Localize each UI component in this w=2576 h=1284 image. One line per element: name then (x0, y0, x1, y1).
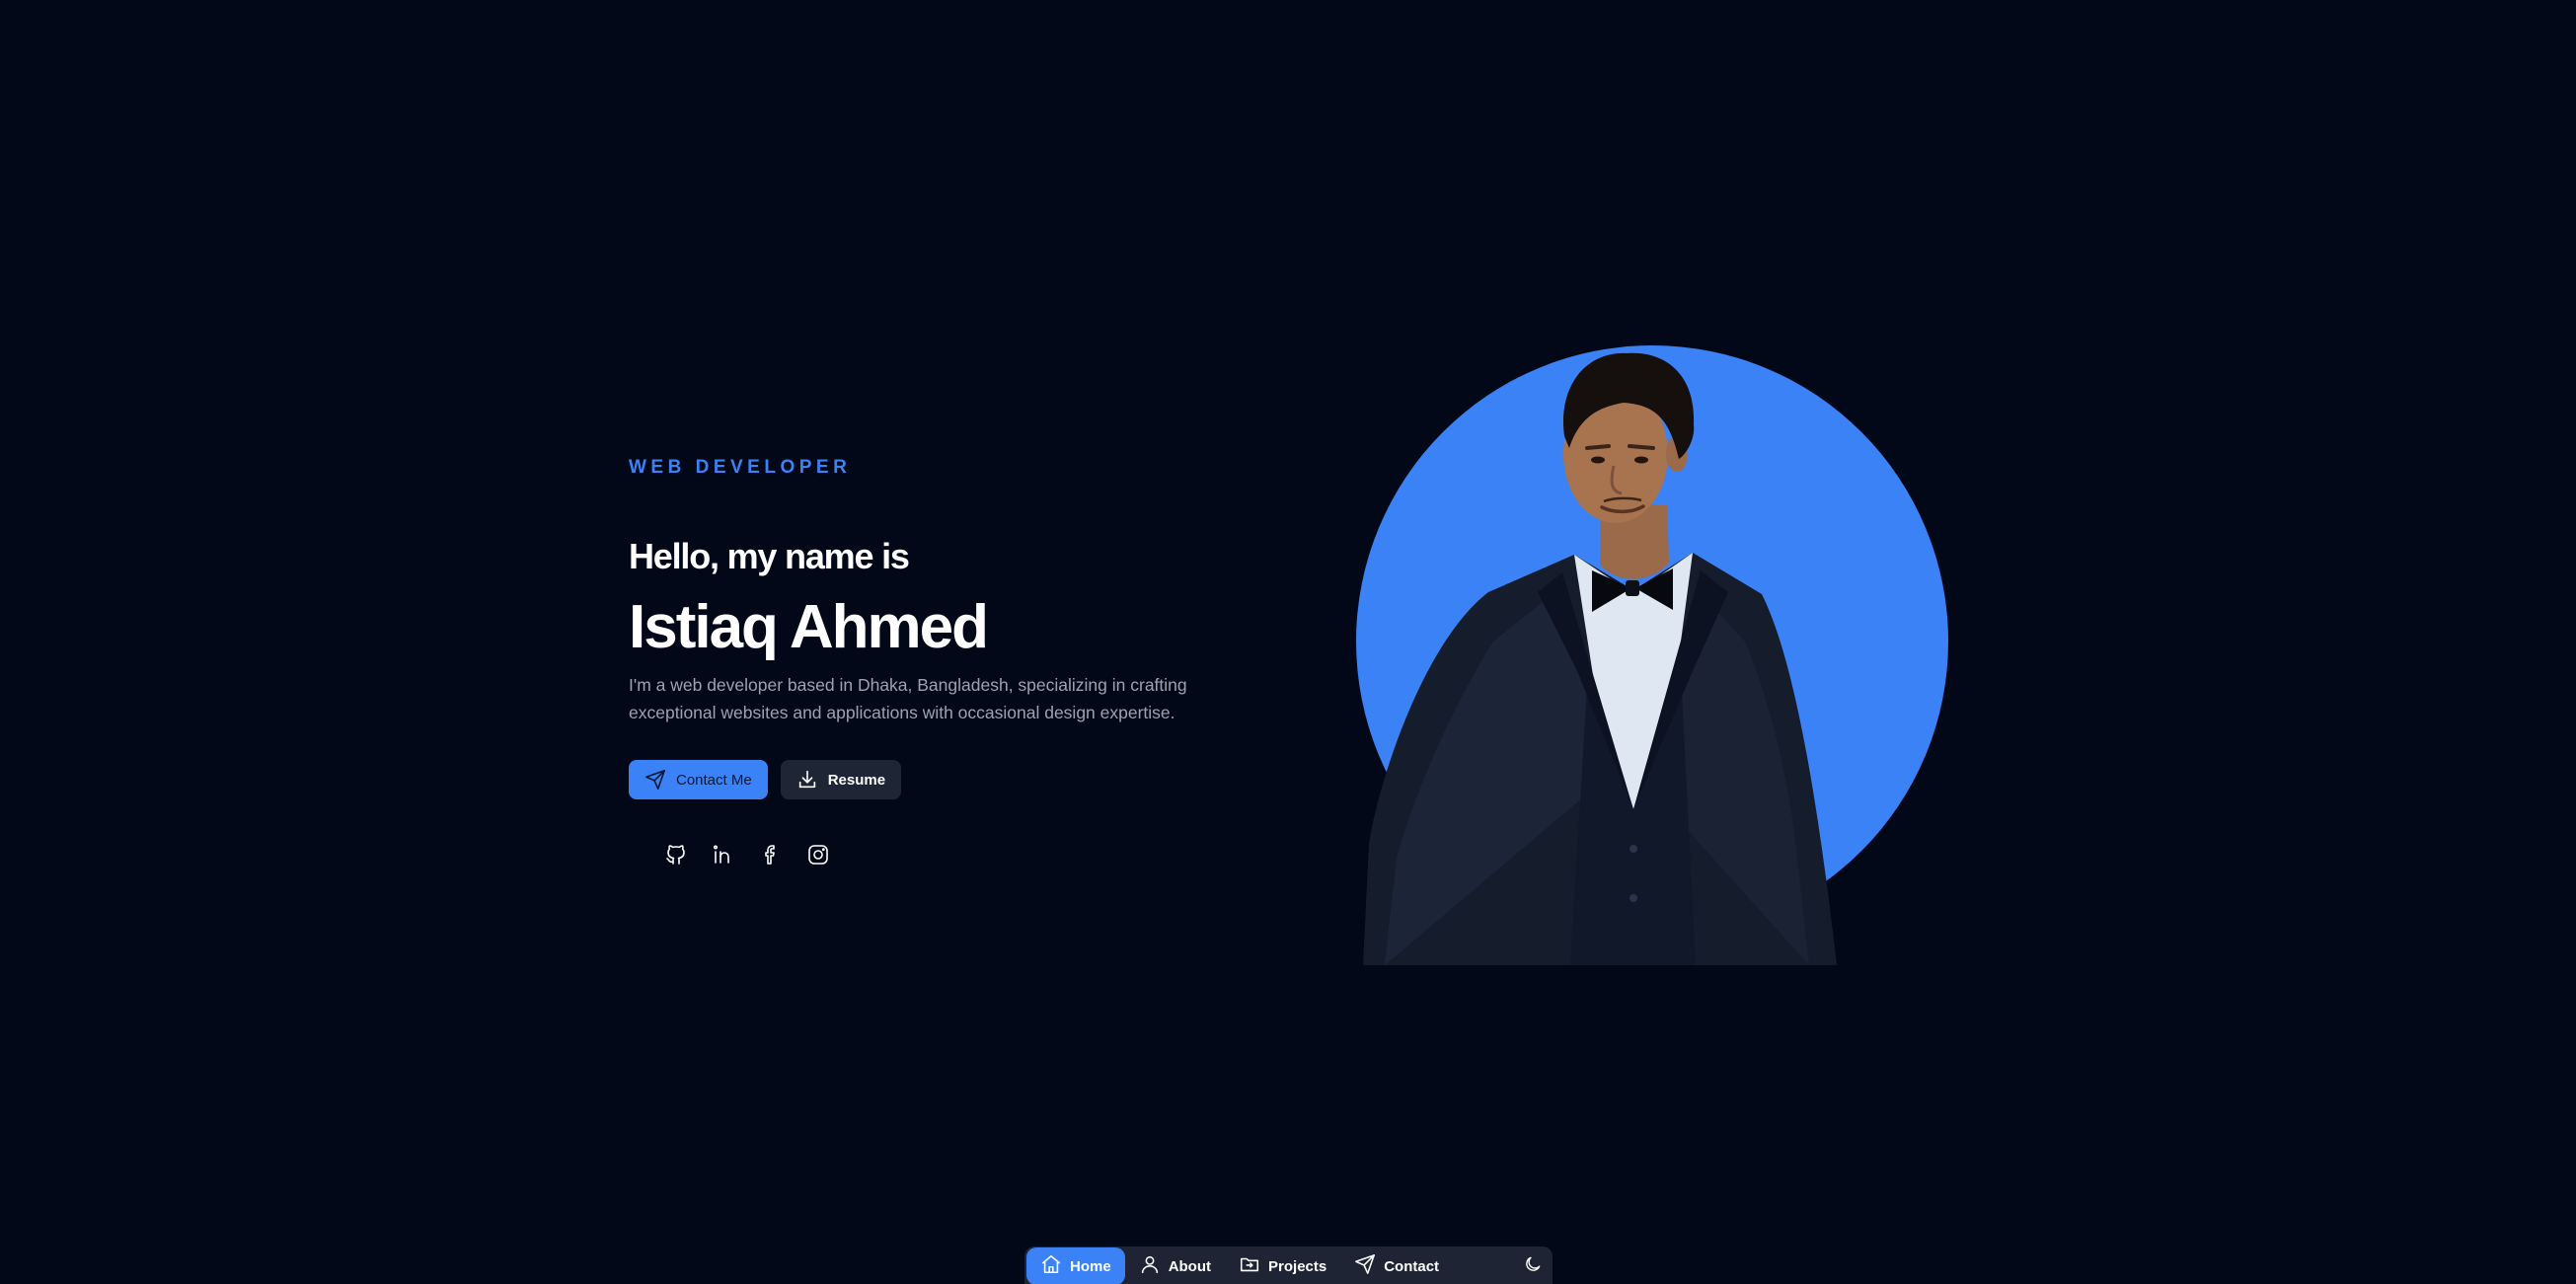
nav-projects-label: Projects (1268, 1257, 1327, 1275)
resume-button[interactable]: Resume (780, 760, 902, 799)
instagram-link[interactable] (804, 843, 832, 870)
nav-home[interactable]: Home (1026, 1247, 1125, 1284)
moon-icon (1523, 1254, 1543, 1279)
nav-about-label: About (1168, 1257, 1212, 1275)
facebook-icon (759, 843, 783, 871)
contact-me-label: Contact Me (676, 771, 752, 789)
bottom-navigation-dock: Home About Projects Contact (1024, 1246, 1553, 1284)
nav-home-label: Home (1070, 1257, 1111, 1275)
profile-photo (1363, 352, 1837, 965)
send-icon (644, 769, 666, 791)
nav-projects[interactable]: Projects (1225, 1247, 1340, 1284)
contact-me-button[interactable]: Contact Me (629, 760, 768, 799)
cta-buttons: Contact Me Resume (629, 760, 1241, 799)
nav-contact[interactable]: Contact (1340, 1247, 1453, 1284)
resume-label: Resume (827, 771, 886, 789)
folder-icon (1239, 1253, 1260, 1279)
nav-about[interactable]: About (1125, 1247, 1225, 1284)
hero-intro: WEB DEVELOPER Hello, my name is Istiaq A… (629, 456, 1241, 870)
portrait (1355, 345, 1949, 965)
bio-text: I'm a web developer based in Dhaka, Bang… (629, 675, 1187, 722)
social-links (662, 843, 1241, 870)
greeting-heading: Hello, my name is (629, 536, 910, 576)
user-icon (1139, 1253, 1161, 1279)
github-icon (664, 843, 688, 871)
github-link[interactable] (662, 843, 690, 870)
name-heading: Istiaq Ahmed (629, 593, 989, 661)
home-icon (1040, 1253, 1062, 1279)
nav-contact-label: Contact (1384, 1257, 1440, 1275)
facebook-link[interactable] (757, 843, 785, 870)
linkedin-link[interactable] (710, 843, 737, 870)
linkedin-icon (712, 843, 735, 871)
download-icon (796, 769, 818, 791)
role-label: WEB DEVELOPER (629, 457, 852, 478)
theme-toggle-button[interactable] (1515, 1247, 1551, 1284)
instagram-icon (806, 843, 830, 871)
send-icon (1354, 1253, 1376, 1279)
page: WEB DEVELOPER Hello, my name is Istiaq A… (0, 0, 2576, 1284)
